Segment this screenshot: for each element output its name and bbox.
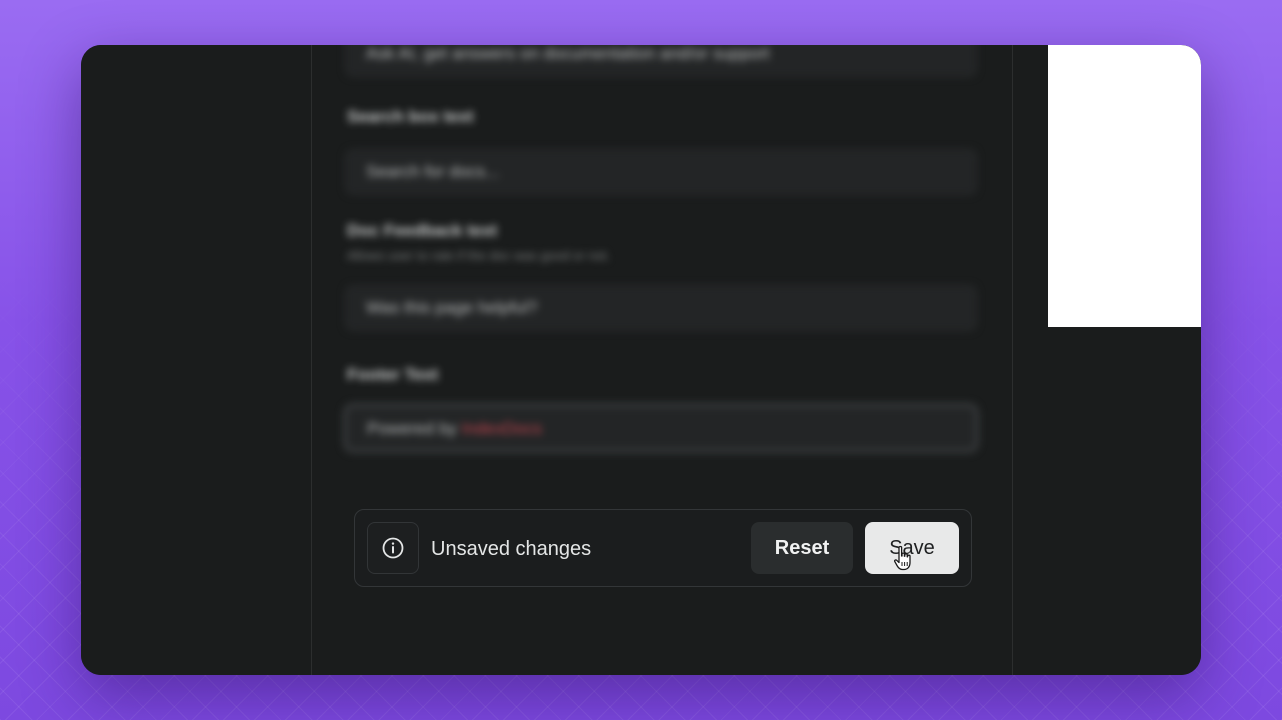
info-icon-box bbox=[367, 522, 419, 574]
info-circle-icon bbox=[382, 537, 404, 559]
reset-button[interactable]: Reset bbox=[751, 522, 853, 574]
search-box-label: Search box text bbox=[347, 107, 474, 126]
footer-text-input[interactable]: Powered by IndexDocs bbox=[345, 405, 977, 451]
feedback-label: Doc Feedback text bbox=[347, 221, 498, 240]
feedback-input[interactable]: Was this page helpful? bbox=[345, 285, 977, 331]
footer-text-prefix: Powered by bbox=[367, 419, 462, 438]
sidebar bbox=[81, 45, 312, 675]
top-text-input[interactable]: Ask AI, get answers on documentation and… bbox=[345, 45, 977, 77]
settings-panel: Ask AI, get answers on documentation and… bbox=[313, 45, 1013, 675]
app-window: Ask AI, get answers on documentation and… bbox=[81, 45, 1201, 675]
preview-frame bbox=[1048, 45, 1201, 327]
save-button[interactable]: Save bbox=[865, 522, 959, 574]
search-box-input[interactable]: Search for docs... bbox=[345, 149, 977, 195]
unsaved-changes-bar: Unsaved changes Reset Save bbox=[354, 509, 972, 587]
preview-panel bbox=[1014, 45, 1201, 675]
footer-brand-link: IndexDocs bbox=[461, 419, 542, 438]
unsaved-changes-text: Unsaved changes bbox=[431, 538, 592, 560]
footer-text-label: Footer Text bbox=[347, 365, 439, 384]
feedback-help-text: Allows user to rate if the doc was good … bbox=[347, 248, 611, 263]
settings-form: Ask AI, get answers on documentation and… bbox=[313, 45, 1013, 485]
